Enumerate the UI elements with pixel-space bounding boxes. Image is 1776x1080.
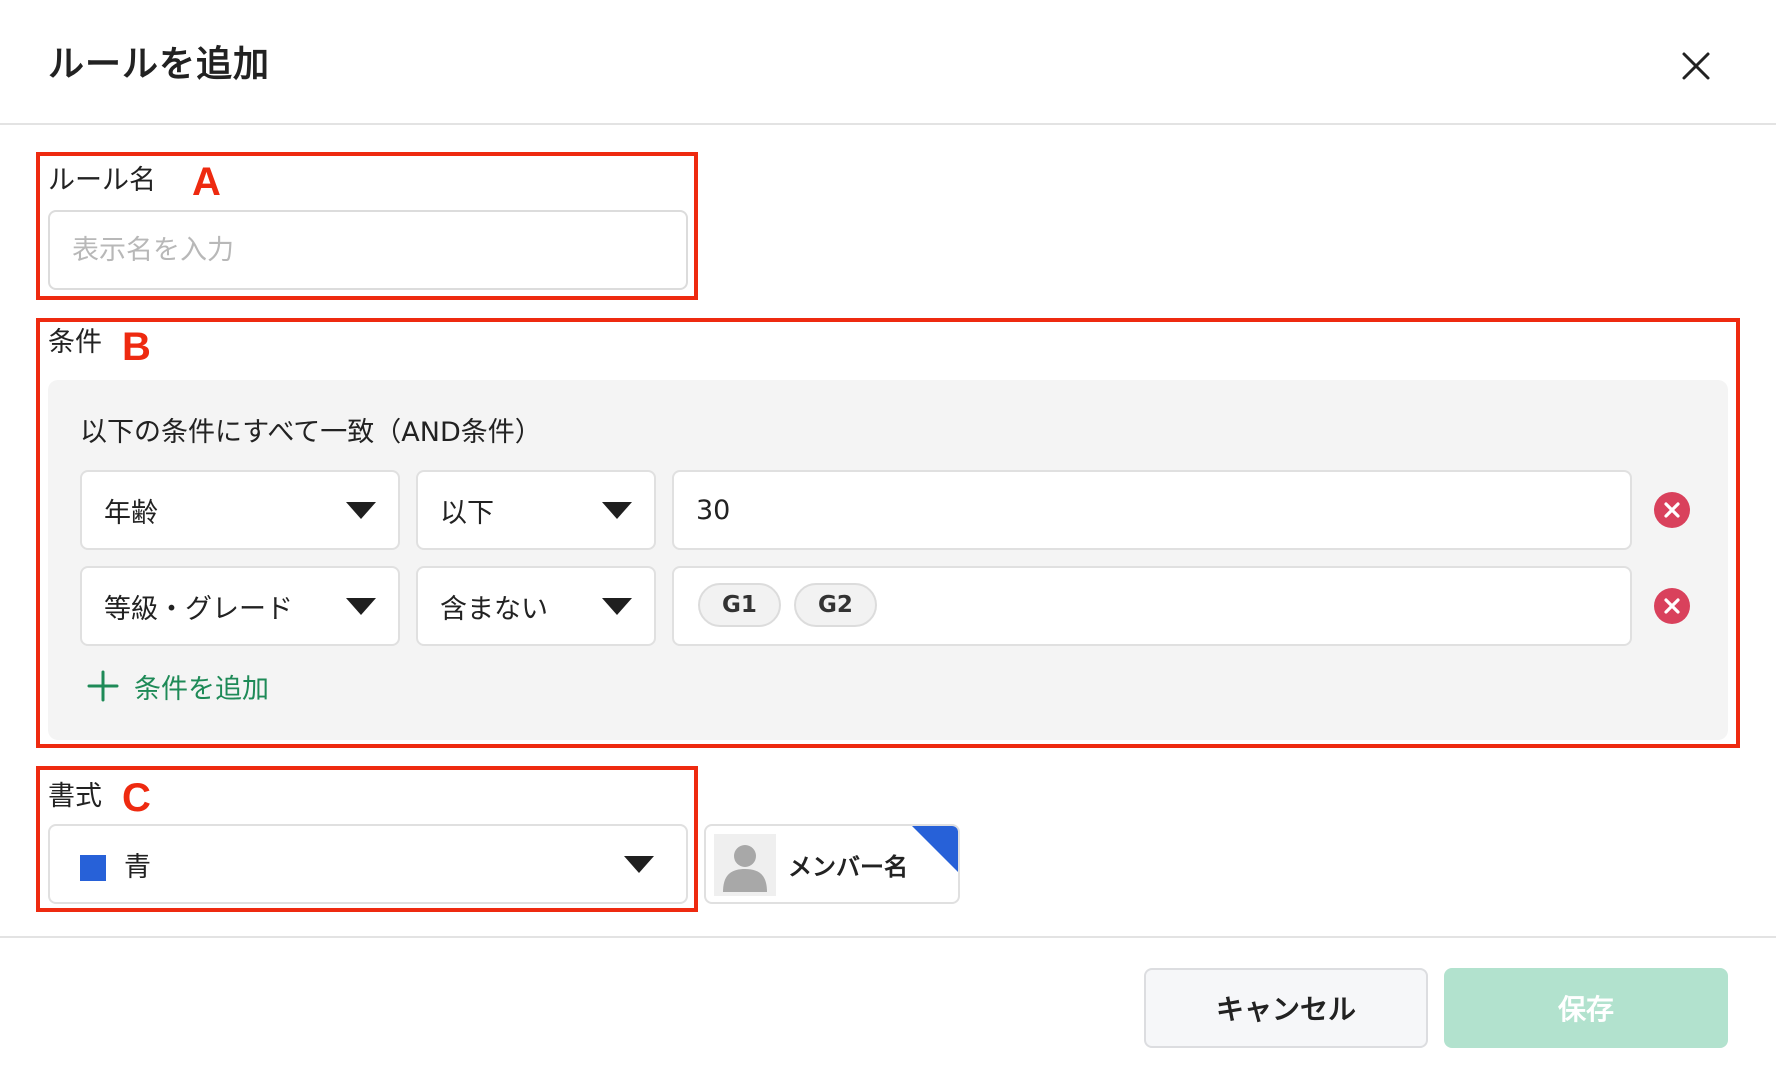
rule-name-label: ルール名 (48, 165, 156, 196)
annotation-letter-c: C (122, 776, 151, 820)
dialog-header: ルールを追加 (0, 0, 1776, 125)
condition-2-value-input[interactable]: G1 G2 (672, 566, 1632, 646)
footer-divider (0, 936, 1776, 938)
condition-2-remove-button[interactable] (1654, 588, 1690, 624)
format-preview: メンバー名 (704, 824, 960, 904)
conditions-label: 条件 (48, 327, 102, 358)
condition-1-remove-button[interactable] (1654, 492, 1690, 528)
preview-member-name: メンバー名 (788, 852, 908, 881)
color-swatch (80, 855, 106, 881)
caret-down-icon (602, 598, 632, 615)
cancel-button[interactable]: キャンセル (1144, 968, 1428, 1048)
condition-2-field-select[interactable]: 等級・グレード (80, 566, 400, 646)
annotation-letter-a: A (192, 160, 221, 204)
format-select[interactable]: 青 (48, 824, 688, 904)
remove-x-icon (1664, 598, 1680, 614)
annotation-letter-b: B (122, 325, 151, 369)
condition-1-operator-select[interactable]: 以下 (416, 470, 656, 550)
condition-1-field-select[interactable]: 年齢 (80, 470, 400, 550)
condition-2-field-value: 等級・グレード (104, 593, 293, 625)
conditions-description: 以下の条件にすべて一致（AND条件） (80, 417, 542, 448)
close-icon[interactable] (1670, 40, 1722, 92)
condition-2-operator-select[interactable]: 含まない (416, 566, 656, 646)
condition-1-value-input[interactable]: 30 (672, 470, 1632, 550)
add-condition-button[interactable]: 条件を追加 (86, 666, 269, 706)
save-button[interactable]: 保存 (1444, 968, 1728, 1048)
format-selected-value: 青 (124, 851, 151, 883)
caret-down-icon (602, 502, 632, 519)
avatar-icon (714, 834, 776, 896)
caret-down-icon (346, 502, 376, 519)
rule-name-input[interactable] (48, 210, 688, 290)
caret-down-icon (624, 856, 654, 873)
condition-2-operator-value: 含まない (440, 593, 548, 625)
condition-1-value-text: 30 (696, 494, 731, 526)
add-condition-label: 条件を追加 (134, 673, 269, 705)
plus-icon (86, 669, 120, 703)
format-label: 書式 (48, 781, 102, 812)
caret-down-icon (346, 598, 376, 615)
value-chip-g1[interactable]: G1 (698, 583, 781, 627)
dialog-title: ルールを追加 (48, 44, 271, 85)
remove-x-icon (1664, 502, 1680, 518)
close-button[interactable] (1670, 40, 1722, 92)
value-chip-g2[interactable]: G2 (794, 583, 877, 627)
condition-1-field-value: 年齢 (104, 497, 158, 529)
condition-1-operator-value: 以下 (440, 497, 494, 529)
corner-flag (912, 826, 958, 872)
